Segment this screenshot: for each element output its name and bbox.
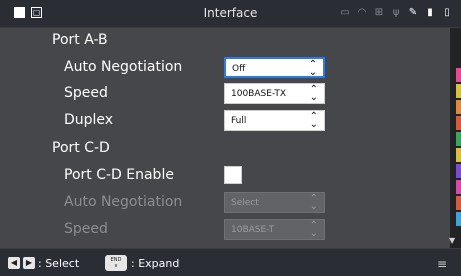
speed-label: Speed — [64, 85, 108, 101]
select-value: Full — [231, 116, 247, 126]
status-icons: ▭ ◠ ⊞ ψ ✎ ▮ ▯ — [339, 7, 453, 18]
color-tab — [456, 196, 461, 210]
pen-icon: ✎ — [408, 7, 418, 18]
speed-select-disabled: 10BASE-T ⌃ ⌄ — [224, 219, 325, 240]
duplex-select[interactable]: Full ⌃ ⌄ — [224, 110, 325, 131]
menu-icon[interactable]: ≡ — [437, 257, 447, 271]
port-ab-duplex-row[interactable]: Duplex Full ⌃ ⌄ — [0, 108, 450, 136]
scroll-down-icon[interactable]: ▼ — [449, 236, 455, 245]
color-tab — [456, 212, 461, 226]
select-value: Off — [232, 64, 246, 74]
usb-icon: ψ — [392, 7, 400, 18]
color-tab — [456, 132, 461, 146]
network-icon: ⊞ — [374, 7, 384, 18]
speed-select[interactable]: 100BASE-TX ⌃ ⌄ — [224, 83, 325, 104]
select-value: 10BASE-T — [231, 225, 275, 235]
right-arrow-icon[interactable]: ▶ — [23, 257, 35, 269]
port-cd-auto-negotiation-row: Auto Negotiation Select ⌃ ⌄ — [0, 190, 450, 218]
select-hint: : Select — [38, 257, 80, 270]
x-key-label: x — [114, 263, 118, 269]
wifi-icon: ◠ — [357, 7, 367, 18]
select-value: Select — [231, 198, 259, 208]
color-tab — [456, 116, 461, 130]
up-down-chevron-icon: ⌃ ⌄ — [309, 111, 318, 130]
expand-hint: : Expand — [131, 257, 180, 270]
auto-negotiation-label: Auto Negotiation — [64, 59, 183, 75]
left-arrow-icon[interactable]: ◀ — [8, 257, 20, 269]
up-down-chevron-icon: ⌃ ⌄ — [309, 84, 318, 103]
up-down-chevron-icon: ⌃ ⌄ — [308, 59, 317, 78]
port-cd-enable-row[interactable]: Port C-D Enable — [0, 163, 450, 191]
color-tab — [456, 180, 461, 194]
end-key-icon[interactable]: END x — [105, 255, 127, 271]
auto-negotiation-select[interactable]: Off ⌃ ⌄ — [224, 57, 325, 78]
battery-icon: ▯ — [444, 7, 450, 18]
color-strip — [456, 28, 461, 248]
up-down-chevron-icon: ⌃ ⌄ — [309, 193, 318, 212]
sd-card-icon: ▮ — [427, 7, 433, 18]
section-label-port-cd: Port C-D — [52, 140, 110, 156]
port-ab-auto-negotiation-row[interactable]: Auto Negotiation Off ⌃ ⌄ — [0, 55, 450, 83]
settings-panel: Port A-B Auto Negotiation Off ⌃ ⌄ Speed 1… — [0, 28, 450, 248]
port-ab-header: Port A-B — [0, 28, 450, 56]
duplex-label: Duplex — [64, 112, 114, 128]
auto-negotiation-select-disabled: Select ⌃ ⌄ — [224, 192, 325, 213]
port-ab-speed-row[interactable]: Speed 100BASE-TX ⌃ ⌄ — [0, 81, 450, 109]
color-tab — [456, 68, 461, 82]
port-cd-header: Port C-D — [0, 136, 450, 164]
speed-label: Speed — [64, 221, 108, 237]
select-value: 100BASE-TX — [231, 89, 286, 99]
auto-negotiation-label: Auto Negotiation — [64, 194, 183, 210]
color-tab — [456, 148, 461, 162]
bottom-hint-bar: ◀ ▶ : Select END x : Expand ≡ — [0, 248, 461, 276]
color-tab — [456, 100, 461, 114]
port-cd-speed-row: Speed 10BASE-T ⌃ ⌄ — [0, 217, 450, 245]
port-cd-enable-label: Port C-D Enable — [64, 167, 174, 183]
monitor-icon: ▭ — [340, 7, 350, 18]
color-tab — [456, 164, 461, 178]
port-cd-enable-checkbox[interactable] — [224, 166, 242, 184]
color-tab — [456, 84, 461, 98]
top-status-bar: ▢ Interface ▭ ◠ ⊞ ψ ✎ ▮ ▯ — [0, 0, 461, 28]
section-label-port-ab: Port A-B — [52, 32, 108, 48]
up-down-chevron-icon: ⌃ ⌄ — [309, 220, 318, 239]
